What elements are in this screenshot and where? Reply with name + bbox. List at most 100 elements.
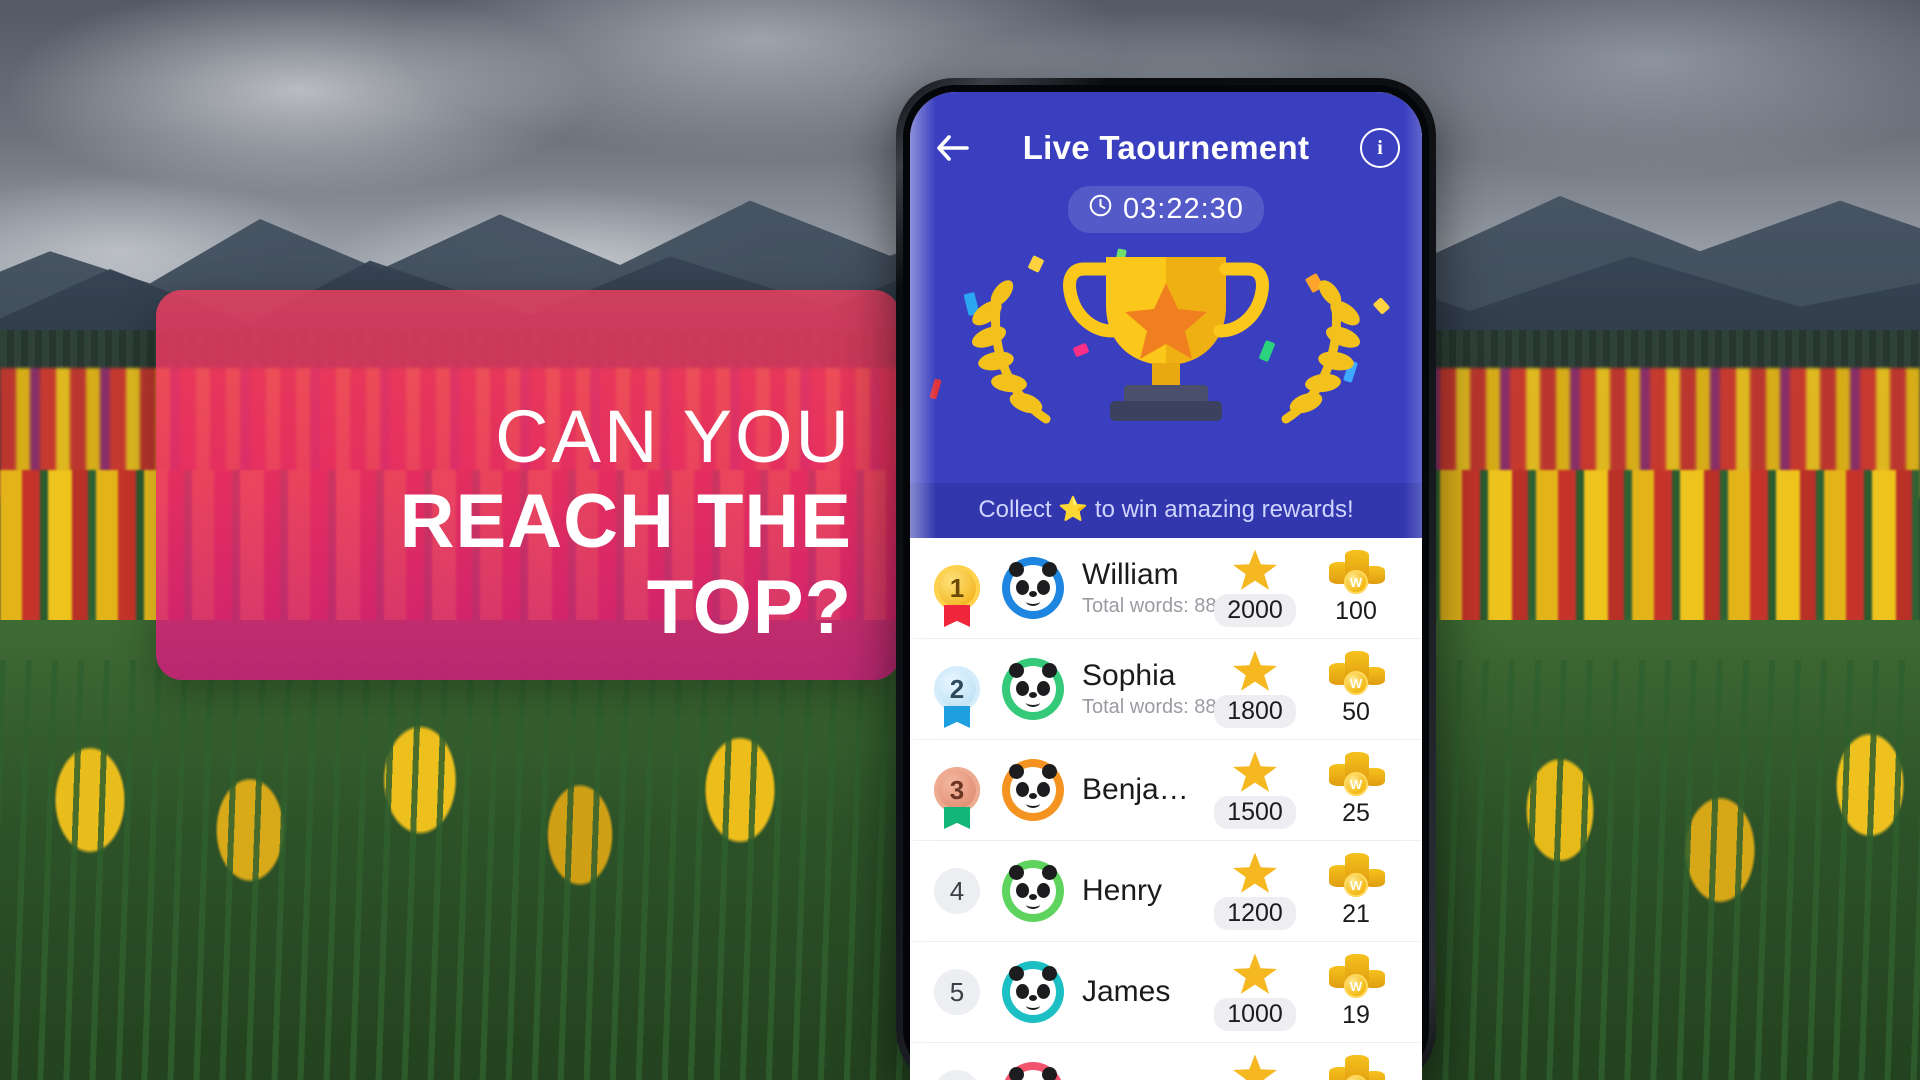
star-icon xyxy=(1233,549,1277,590)
table-row[interactable]: 1 William Total words: 8888 2000 W 100 xyxy=(910,538,1422,639)
coin-value: 19 xyxy=(1342,1001,1370,1029)
player-info: Sophia Total words: 8880 xyxy=(1064,659,1239,719)
w-coin-icon: W xyxy=(1344,873,1368,897)
phone-screen: Live Taournement i 03:22:30 Collect ⭐ to… xyxy=(910,92,1422,1080)
player-subtitle: Total words: 8888 xyxy=(1082,594,1239,617)
coin-stack-icon: W xyxy=(1327,752,1385,796)
player-info: Alexander xyxy=(1064,1076,1202,1080)
coin-reward-cell: W 19 xyxy=(1308,954,1404,1030)
info-icon[interactable]: i xyxy=(1360,128,1400,168)
ribbon-icon xyxy=(944,605,970,627)
star-icon xyxy=(1233,1054,1277,1080)
table-row[interactable]: 2 Sophia Total words: 8880 1800 W 50 xyxy=(910,639,1422,740)
table-row[interactable]: 4 Henry 1200 W 21 xyxy=(910,841,1422,942)
rank-cell: 1 xyxy=(926,565,988,627)
rank-number: 4 xyxy=(934,868,980,914)
collect-banner-suffix: to win amazing rewards! xyxy=(1088,496,1354,523)
coin-reward-cell: W15 xyxy=(1308,1055,1404,1080)
rank-cell: 3 xyxy=(926,767,988,829)
player-info: William Total words: 8888 xyxy=(1064,558,1239,618)
clock-icon xyxy=(1088,193,1113,226)
promo-banner: CAN YOU REACH THE TOP? xyxy=(156,290,900,680)
panda-icon xyxy=(1009,966,1057,1015)
app-header: Live Taournement i 03:22:30 Collect ⭐ to… xyxy=(910,92,1422,538)
star-value: 1200 xyxy=(1214,896,1296,930)
medal-icon: 3 xyxy=(934,767,980,829)
avatar xyxy=(1002,860,1064,922)
trophy-icon xyxy=(1062,239,1270,434)
panda-icon xyxy=(1009,562,1057,611)
coin-stack-icon: W xyxy=(1327,954,1385,998)
star-value: 2000 xyxy=(1214,593,1296,627)
avatar xyxy=(1002,759,1064,821)
page-title: Live Taournement xyxy=(1022,129,1310,166)
w-coin-icon: W xyxy=(1344,772,1368,796)
medal-icon: 1 xyxy=(934,565,980,627)
star-score-cell: 1800 xyxy=(1202,650,1308,728)
w-coin-icon: W xyxy=(1344,671,1368,695)
trophy-illustration xyxy=(910,239,1422,434)
tournament-timer: 03:22:30 xyxy=(910,186,1422,233)
trophy-hero xyxy=(910,233,1422,483)
star-value: 1500 xyxy=(1214,795,1296,829)
screenshot-stage: CAN YOU REACH THE TOP? Live Taournement … xyxy=(0,0,1920,1080)
rank-cell: 4 xyxy=(926,868,988,914)
avatar xyxy=(1002,557,1064,619)
table-row[interactable]: 6 Alexander900W15 xyxy=(910,1043,1422,1080)
rank-number: 6 xyxy=(934,1070,980,1080)
star-value: 1000 xyxy=(1214,997,1296,1031)
w-coin-icon: W xyxy=(1344,570,1368,594)
coin-value: 100 xyxy=(1335,597,1377,625)
star-icon: ⭐ xyxy=(1058,496,1089,523)
rank-cell: 2 xyxy=(926,666,988,728)
coin-reward-cell: W 21 xyxy=(1308,853,1404,929)
coin-reward-cell: W 50 xyxy=(1308,651,1404,727)
coin-stack-icon: W xyxy=(1327,1055,1385,1080)
leaderboard[interactable]: 1 William Total words: 8888 2000 W 100 2 Sophia… xyxy=(910,538,1422,1080)
star-score-cell: 2000 xyxy=(1202,549,1308,627)
coin-value: 50 xyxy=(1342,698,1370,726)
phone-mockup: Live Taournement i 03:22:30 Collect ⭐ to… xyxy=(896,78,1436,1080)
laurel-wreath-icon xyxy=(966,249,1058,425)
app-topbar: Live Taournement i xyxy=(910,120,1422,176)
star-score-cell: 1000 xyxy=(1202,953,1308,1031)
coin-reward-cell: W 100 xyxy=(1308,550,1404,626)
coin-stack-icon: W xyxy=(1327,550,1385,594)
w-coin-icon: W xyxy=(1344,974,1368,998)
timer-value: 03:22:30 xyxy=(1123,193,1244,225)
table-row[interactable]: 5 James 1000 W 19 xyxy=(910,942,1422,1043)
panda-icon xyxy=(1009,865,1057,914)
star-value: 1800 xyxy=(1214,694,1296,728)
info-icon-label: i xyxy=(1377,136,1383,159)
player-name: Henry xyxy=(1082,874,1163,908)
table-row[interactable]: 3 Benjamin 1500 W 25 xyxy=(910,740,1422,841)
star-score-cell: 1500 xyxy=(1202,751,1308,829)
promo-line-2: REACH THE xyxy=(399,479,852,564)
back-arrow-icon[interactable] xyxy=(932,127,974,169)
player-info: Benjamin xyxy=(1064,773,1202,807)
player-subtitle: Total words: 8880 xyxy=(1082,695,1239,718)
ribbon-icon xyxy=(944,706,970,728)
avatar xyxy=(1002,1062,1064,1080)
star-icon xyxy=(1233,852,1277,893)
player-name: William xyxy=(1082,558,1179,592)
star-icon xyxy=(1233,953,1277,994)
star-score-cell: 900 xyxy=(1202,1054,1308,1080)
rank-cell: 5 xyxy=(926,969,988,1015)
player-name: James xyxy=(1082,975,1171,1009)
medal-icon: 2 xyxy=(934,666,980,728)
laurel-wreath-icon xyxy=(1274,249,1366,425)
player-name: Alexander xyxy=(1082,1076,1202,1080)
player-name: Benjamin xyxy=(1082,773,1202,807)
player-name: Sophia xyxy=(1082,659,1176,693)
player-info: James xyxy=(1064,975,1202,1009)
ribbon-icon xyxy=(944,807,970,829)
avatar xyxy=(1002,658,1064,720)
promo-line-3: TOP? xyxy=(646,565,852,650)
star-icon xyxy=(1233,650,1277,691)
player-info: Henry xyxy=(1064,874,1202,908)
collect-banner: Collect ⭐ to win amazing rewards! xyxy=(910,483,1422,538)
star-score-cell: 1200 xyxy=(1202,852,1308,930)
star-icon xyxy=(1233,751,1277,792)
coin-value: 21 xyxy=(1342,900,1370,928)
